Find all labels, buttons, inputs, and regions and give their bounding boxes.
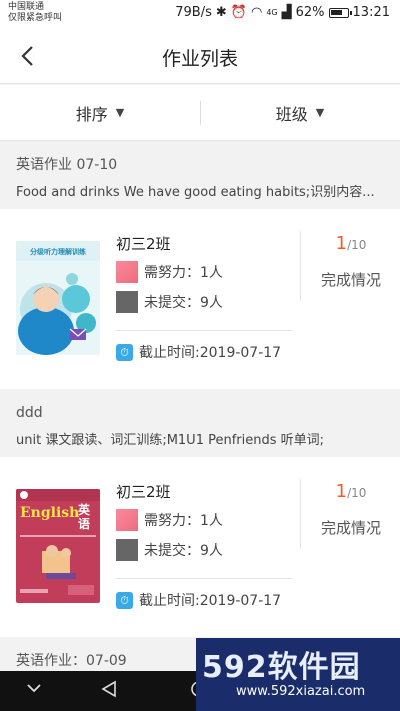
not-submitted-text: 未提交：9人 — [144, 295, 223, 311]
battery-percent: 62% — [295, 5, 325, 20]
book-cover: 分级听力理解训练 — [16, 241, 100, 355]
watermark-url: www.592xiazai.com — [236, 684, 366, 699]
completed-count: 1 — [335, 481, 348, 502]
status-icons: 79B/s ✱ ⏰ ◠ 4G ▟ 62% 13:21 — [175, 5, 390, 20]
stopwatch-icon: ⏱ — [116, 343, 133, 361]
deadline: ⏱ 截止时间:2019-07-17 — [116, 342, 281, 362]
homework-header[interactable]: 英语作业 07-10 Food and drinks We have good … — [0, 141, 400, 209]
deadline: ⏱ 截止时间:2019-07-17 — [116, 590, 281, 610]
not-submitted-icon — [116, 291, 138, 313]
completion-status-link[interactable]: 完成情况 — [302, 269, 400, 290]
homework-list: 英语作业 07-10 Food and drinks We have good … — [0, 141, 400, 705]
network-speed: 79B/s — [175, 5, 212, 20]
deadline-text: 截止时间:2019-07-17 — [139, 593, 282, 609]
page-title: 作业列表 — [161, 48, 238, 70]
total-count: /10 — [347, 486, 367, 500]
chevron-down-icon[interactable] — [26, 680, 42, 700]
divider — [116, 330, 292, 331]
wifi-icon: ◠ — [250, 5, 263, 20]
bluetooth-icon: ✱ — [215, 5, 227, 20]
sort-label: 排序 — [75, 104, 108, 124]
carrier-info: 中国联通 仅限紧急呼叫 — [8, 2, 62, 24]
vertical-divider — [300, 231, 301, 301]
not-submitted-icon — [116, 539, 138, 561]
need-effort-text: 需努力：1人 — [144, 265, 223, 281]
completion-ratio: 1/10 — [302, 233, 400, 254]
class-filter[interactable]: 班级 ▼ — [200, 85, 400, 140]
caret-down-icon: ▼ — [315, 106, 325, 119]
carrier-note: 仅限紧急呼叫 — [8, 13, 63, 23]
need-effort-icon — [116, 509, 138, 531]
filter-bar: 排序 ▼ 班级 ▼ — [0, 85, 400, 141]
completion-ratio: 1/10 — [302, 481, 400, 502]
watermark-logo: 592软件园 — [202, 650, 361, 685]
divider — [116, 578, 292, 579]
signal-label: 4G — [266, 8, 278, 17]
battery-icon — [328, 7, 352, 18]
total-count: /10 — [347, 238, 367, 252]
need-effort-stat: 需努力：1人 — [116, 509, 223, 531]
clock-time: 13:21 — [352, 5, 390, 20]
completed-count: 1 — [335, 233, 348, 254]
cover-word-english: English — [20, 505, 80, 521]
alarm-icon: ⏰ — [230, 5, 247, 20]
homework-content: unit 课文跟读、词汇训练;M1U1 Penfriends 听单词; — [16, 433, 325, 448]
class-name: 初三2班 — [116, 235, 171, 253]
homework-title: ddd — [16, 405, 43, 421]
sort-filter[interactable]: 排序 ▼ — [0, 85, 200, 140]
homework-content: Food and drinks We have good eating habi… — [16, 185, 375, 200]
cover-word-chinese: 英语 — [78, 503, 91, 531]
carrier-name: 中国联通 — [8, 2, 45, 12]
not-submitted-stat: 未提交：9人 — [116, 539, 223, 561]
need-effort-icon — [116, 261, 138, 283]
signal-icon: ▟ — [281, 5, 292, 20]
homework-card[interactable]: English 英语 初三2班 需努力：1人 未提交：9人 ⏱ 截止时间:201… — [0, 457, 400, 637]
book-cover: English 英语 — [16, 489, 100, 603]
need-effort-text: 需努力：1人 — [144, 513, 223, 529]
homework-card[interactable]: 分级听力理解训练 初三2班 需努力：1人 未提交：9人 ⏱ 截止时间:2019-… — [0, 209, 400, 389]
class-name: 初三2班 — [116, 483, 171, 501]
listening-book-image — [16, 241, 100, 355]
completion-status-link[interactable]: 完成情况 — [302, 517, 400, 538]
vertical-divider — [300, 479, 301, 549]
caret-down-icon: ▼ — [115, 106, 125, 119]
status-bar: 中国联通 仅限紧急呼叫 79B/s ✱ ⏰ ◠ 4G ▟ 62% 13:21 — [0, 0, 400, 28]
not-submitted-text: 未提交：9人 — [144, 543, 223, 559]
filter-divider — [200, 101, 201, 125]
deadline-text: 截止时间:2019-07-17 — [139, 345, 282, 361]
nav-bar: 作业列表 — [0, 28, 400, 84]
not-submitted-stat: 未提交：9人 — [116, 291, 223, 313]
need-effort-stat: 需努力：1人 — [116, 261, 223, 283]
homework-title: 英语作业 07-10 — [16, 157, 118, 173]
cover-title: 分级听力理解训练 — [30, 248, 86, 256]
site-watermark: 592软件园 www.592xiazai.com — [196, 638, 400, 711]
homework-header[interactable]: ddd unit 课文跟读、词汇训练;M1U1 Penfriends 听单词; — [0, 389, 400, 457]
class-label: 班级 — [275, 104, 308, 124]
back-triangle-icon[interactable] — [100, 680, 118, 702]
stopwatch-icon: ⏱ — [116, 591, 133, 609]
